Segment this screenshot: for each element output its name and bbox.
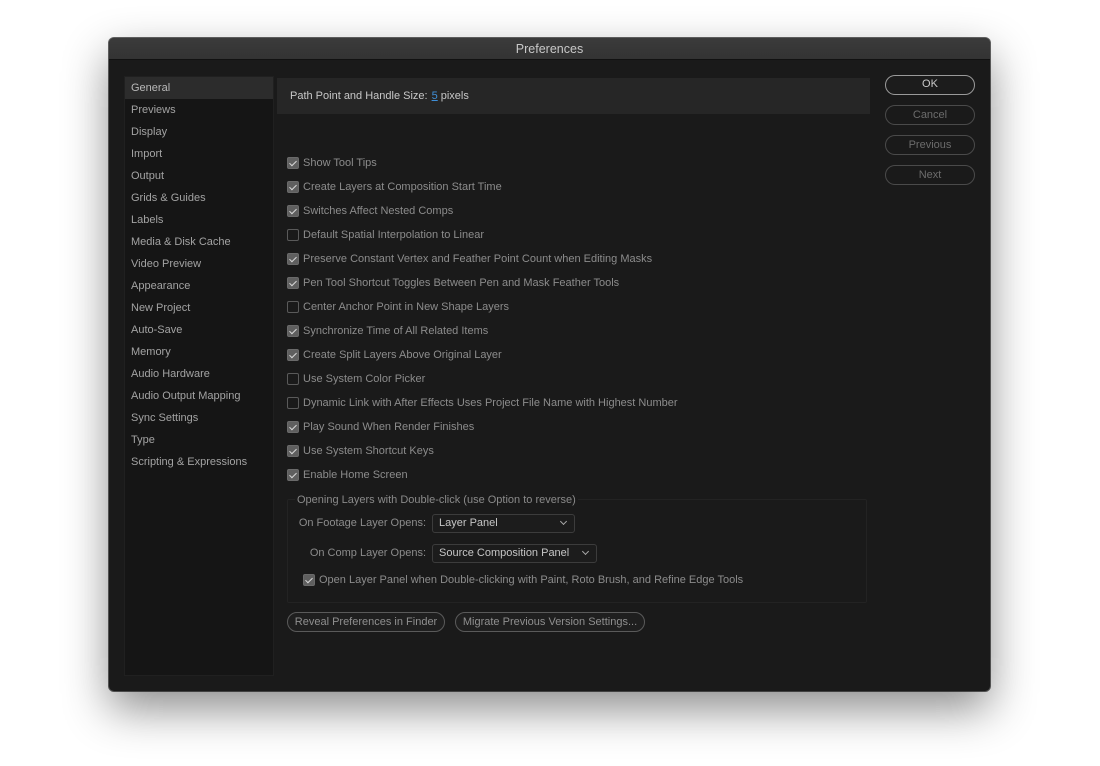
migrate-settings-button[interactable]: Migrate Previous Version Settings... (455, 612, 645, 632)
checkbox[interactable] (287, 301, 299, 313)
option-create-layers-at-start[interactable]: Create Layers at Composition Start Time (287, 179, 502, 195)
preferences-window: Preferences General Previews Display Imp… (109, 38, 990, 691)
sidebar-item-audio-output-mapping[interactable]: Audio Output Mapping (125, 385, 273, 407)
option-label: Play Sound When Render Finishes (303, 421, 475, 433)
checkbox[interactable] (287, 205, 299, 217)
option-center-anchor-point[interactable]: Center Anchor Point in New Shape Layers (287, 299, 509, 315)
option-label: Pen Tool Shortcut Toggles Between Pen an… (303, 277, 620, 289)
option-label: Open Layer Panel when Double-clicking wi… (319, 574, 744, 586)
sidebar-item-new-project[interactable]: New Project (125, 297, 273, 319)
option-label: Create Layers at Composition Start Time (303, 181, 502, 193)
checkbox[interactable] (287, 229, 299, 241)
sidebar-item-auto-save[interactable]: Auto-Save (125, 319, 273, 341)
option-system-shortcut-keys[interactable]: Use System Shortcut Keys (287, 443, 434, 459)
checkbox[interactable] (287, 157, 299, 169)
option-switches-affect-nested-comps[interactable]: Switches Affect Nested Comps (287, 203, 453, 219)
previous-button[interactable]: Previous (885, 135, 975, 155)
option-play-sound[interactable]: Play Sound When Render Finishes (287, 419, 474, 435)
option-label: Show Tool Tips (303, 157, 377, 169)
option-label: Switches Affect Nested Comps (303, 205, 454, 217)
option-synchronize-time[interactable]: Synchronize Time of All Related Items (287, 323, 488, 339)
sidebar-item-labels[interactable]: Labels (125, 209, 273, 231)
option-label: Default Spatial Interpolation to Linear (303, 229, 485, 241)
option-label: Use System Color Picker (303, 373, 426, 385)
comp-layer-row: On Comp Layer Opens: Source Composition … (288, 543, 597, 563)
option-pen-tool-shortcut[interactable]: Pen Tool Shortcut Toggles Between Pen an… (287, 275, 619, 291)
cancel-button[interactable]: Cancel (885, 105, 975, 125)
footage-layer-row: On Footage Layer Opens: Layer Panel (288, 513, 575, 533)
option-open-layer-panel[interactable]: Open Layer Panel when Double-clicking wi… (303, 572, 743, 588)
option-label: Enable Home Screen (303, 469, 408, 481)
option-label: Center Anchor Point in New Shape Layers (303, 301, 510, 313)
sidebar-item-video-preview[interactable]: Video Preview (125, 253, 273, 275)
option-preserve-constant-vertex[interactable]: Preserve Constant Vertex and Feather Poi… (287, 251, 652, 267)
option-label: Use System Shortcut Keys (303, 445, 434, 457)
comp-layer-label: On Comp Layer Opens: (309, 547, 426, 559)
sidebar-item-output[interactable]: Output (125, 165, 273, 187)
checkbox[interactable] (287, 253, 299, 265)
sidebar-item-appearance[interactable]: Appearance (125, 275, 273, 297)
option-label: Dynamic Link with After Effects Uses Pro… (303, 397, 678, 409)
checkbox[interactable] (287, 397, 299, 409)
option-create-split-layers[interactable]: Create Split Layers Above Original Layer (287, 347, 502, 363)
comp-layer-value: Source Composition Panel (439, 546, 570, 559)
checkbox[interactable] (303, 574, 315, 586)
double-click-group: Opening Layers with Double-click (use Op… (287, 494, 867, 603)
footage-layer-select[interactable]: Layer Panel (432, 513, 575, 533)
checkbox[interactable] (287, 445, 299, 457)
sidebar-item-display[interactable]: Display (125, 121, 273, 143)
chevron-down-icon (559, 517, 568, 525)
checkbox[interactable] (287, 349, 299, 361)
next-button[interactable]: Next (885, 165, 975, 185)
footage-layer-label: On Footage Layer Opens: (298, 517, 426, 529)
option-label: Preserve Constant Vertex and Feather Poi… (303, 253, 653, 265)
ok-button[interactable]: OK (885, 75, 975, 95)
sidebar-item-import[interactable]: Import (125, 143, 273, 165)
checkbox[interactable] (287, 277, 299, 289)
path-point-size-value[interactable]: 5 (432, 90, 438, 102)
chevron-down-icon (581, 547, 590, 555)
option-default-spatial-interpolation[interactable]: Default Spatial Interpolation to Linear (287, 227, 484, 243)
option-enable-home-screen[interactable]: Enable Home Screen (287, 467, 408, 483)
reveal-preferences-button[interactable]: Reveal Preferences in Finder (287, 612, 445, 632)
option-show-tool-tips[interactable]: Show Tool Tips (287, 155, 377, 171)
option-label: Create Split Layers Above Original Layer (303, 349, 502, 361)
window-title: Preferences (109, 38, 990, 60)
sidebar-item-grids-guides[interactable]: Grids & Guides (125, 187, 273, 209)
option-use-system-color-picker[interactable]: Use System Color Picker (287, 371, 425, 387)
sidebar-item-media-disk-cache[interactable]: Media & Disk Cache (125, 231, 273, 253)
group-title: Opening Layers with Double-click (use Op… (295, 494, 578, 506)
path-point-size-unit: pixels (440, 90, 469, 102)
checkbox[interactable] (287, 421, 299, 433)
sidebar: General Previews Display Import Output G… (124, 76, 274, 676)
checkbox[interactable] (287, 469, 299, 481)
comp-layer-select[interactable]: Source Composition Panel (432, 543, 597, 563)
sidebar-item-memory[interactable]: Memory (125, 341, 273, 363)
sidebar-item-type[interactable]: Type (125, 429, 273, 451)
general-panel: Path Point and Handle Size: 5 pixels Show … (277, 78, 870, 678)
sidebar-item-audio-hardware[interactable]: Audio Hardware (125, 363, 273, 385)
sidebar-item-general[interactable]: General (125, 77, 273, 99)
path-point-size-label: Path Point and Handle Size: (290, 90, 428, 102)
checkbox[interactable] (287, 373, 299, 385)
footage-layer-value: Layer Panel (439, 516, 498, 529)
checkbox[interactable] (287, 181, 299, 193)
sidebar-item-previews[interactable]: Previews (125, 99, 273, 121)
option-dynamic-link[interactable]: Dynamic Link with After Effects Uses Pro… (287, 395, 678, 411)
sidebar-item-sync-settings[interactable]: Sync Settings (125, 407, 273, 429)
path-point-size-row: Path Point and Handle Size: 5 pixels (277, 78, 870, 114)
checkbox[interactable] (287, 325, 299, 337)
sidebar-item-scripting-expressions[interactable]: Scripting & Expressions (125, 451, 273, 473)
option-label: Synchronize Time of All Related Items (303, 325, 489, 337)
